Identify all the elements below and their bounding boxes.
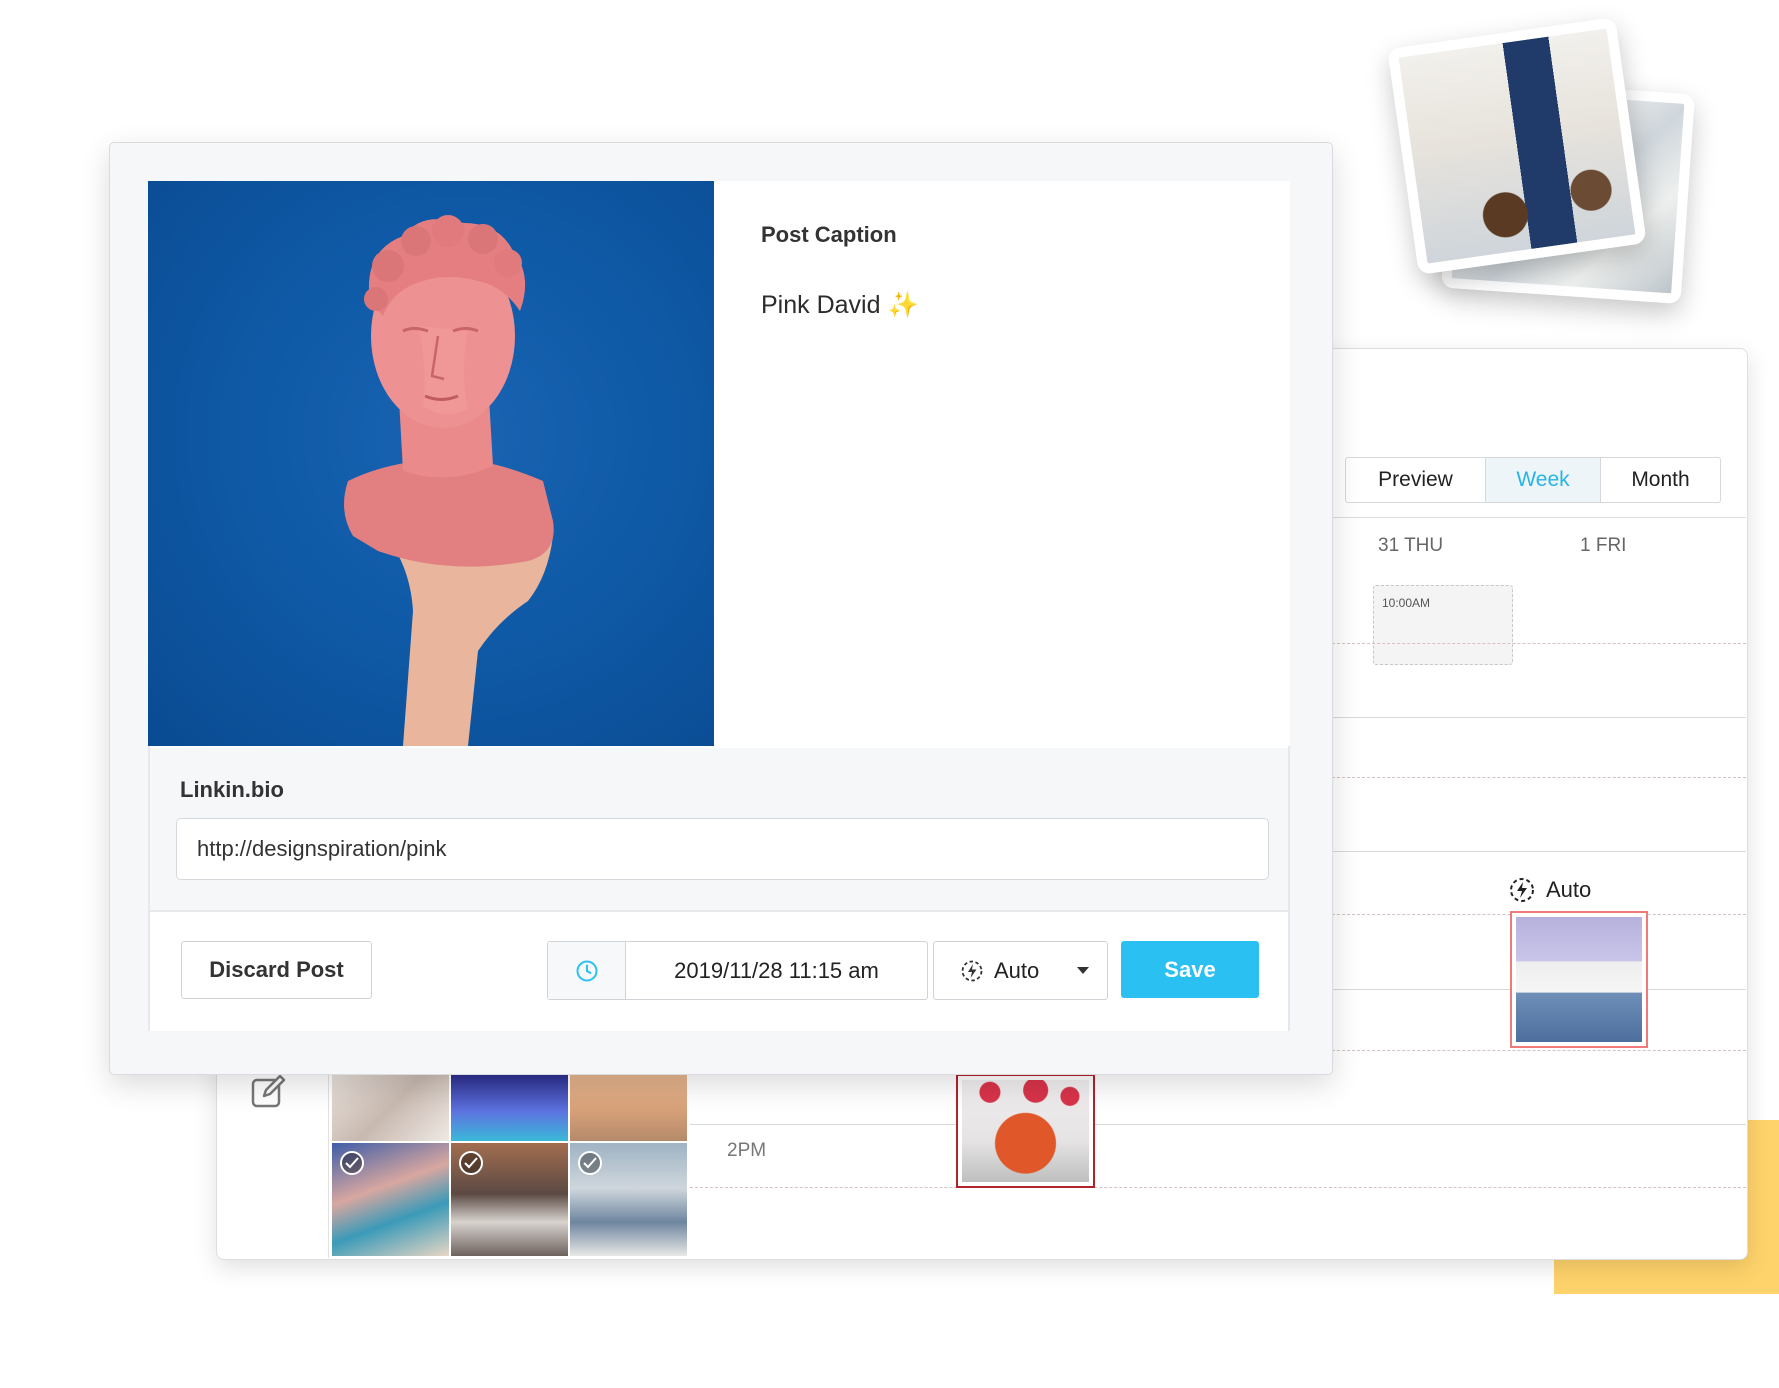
post-image — [148, 181, 714, 746]
day-header-fri: 1 FRI — [1580, 535, 1627, 556]
media-thumbnail[interactable] — [570, 1143, 687, 1256]
datetime-value[interactable]: 2019/11/28 11:15 am — [626, 942, 927, 999]
half-hour-line — [1332, 777, 1746, 778]
caption-label: Post Caption — [761, 222, 897, 247]
polaroid-photo-front — [1387, 17, 1647, 275]
day-header-thu: 31 THU — [1378, 535, 1444, 556]
time-label-2pm: 2PM — [727, 1140, 767, 1161]
statue-illustration — [344, 215, 554, 746]
hour-line — [1332, 851, 1746, 852]
media-thumbnail[interactable] — [570, 1075, 687, 1141]
library-divider — [328, 1075, 329, 1258]
scheduled-post-car-thumbnail[interactable] — [956, 1074, 1095, 1188]
empty-time-slot[interactable]: 10:00AM — [1373, 585, 1513, 665]
publish-mode-dropdown[interactable]: Auto — [933, 941, 1108, 1000]
calendar-header-divider — [1332, 517, 1746, 518]
slot-time-label: 10:00AM — [1382, 596, 1431, 610]
tab-week[interactable]: Week — [1486, 458, 1601, 502]
clock-icon[interactable] — [548, 942, 626, 999]
half-hour-line — [1332, 1050, 1746, 1051]
auto-publish-icon — [961, 960, 983, 981]
edit-icon[interactable] — [250, 1072, 288, 1115]
tab-month[interactable]: Month — [1601, 458, 1720, 502]
linkin-bio-label: Linkin.bio — [180, 777, 284, 802]
schedule-datetime-field[interactable]: 2019/11/28 11:15 am — [547, 941, 928, 1000]
check-icon[interactable] — [578, 1151, 602, 1175]
half-hour-line — [690, 1187, 1746, 1188]
discard-post-button[interactable]: Discard Post — [181, 941, 372, 999]
hour-line — [1332, 717, 1746, 718]
caption-area[interactable] — [714, 181, 1290, 746]
media-thumbnail[interactable] — [332, 1143, 449, 1256]
hour-line-2pm — [690, 1124, 1746, 1125]
view-switcher: Preview Week Month — [1345, 457, 1721, 503]
auto-label: Auto — [1546, 877, 1592, 902]
auto-publish-icon — [1510, 878, 1534, 902]
half-hour-line — [1332, 643, 1746, 644]
linkin-bio-url-input[interactable] — [176, 818, 1269, 880]
check-icon[interactable] — [340, 1151, 364, 1175]
media-thumbnail[interactable] — [451, 1075, 568, 1141]
publish-mode-label: Auto — [994, 957, 1040, 983]
scheduled-post-thumbnail[interactable] — [1510, 911, 1648, 1048]
check-icon[interactable] — [459, 1151, 483, 1175]
caption-text[interactable]: Pink David ✨ — [761, 291, 919, 320]
save-button[interactable]: Save — [1121, 941, 1259, 998]
media-library-grid — [332, 1075, 688, 1258]
media-thumbnail[interactable] — [451, 1143, 568, 1256]
auto-publish-indicator: Auto — [1508, 876, 1591, 904]
tab-preview[interactable]: Preview — [1346, 458, 1486, 502]
caret-down-icon — [1077, 967, 1089, 974]
media-thumbnail[interactable] — [332, 1075, 449, 1141]
